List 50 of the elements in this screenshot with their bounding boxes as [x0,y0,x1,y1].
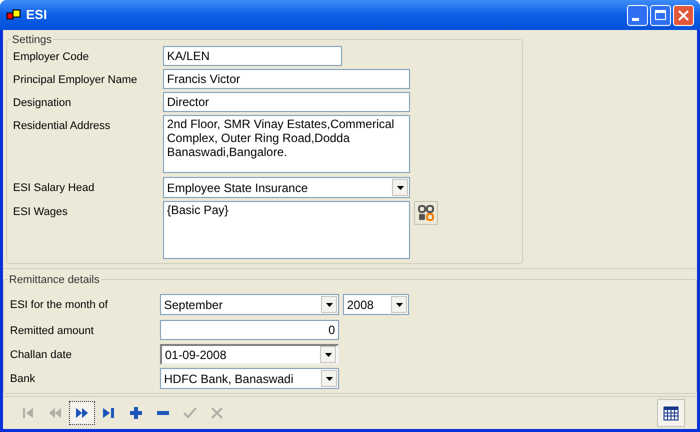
field-label: Residential Address [13,119,112,134]
dropdown-arrow-icon [324,352,332,356]
minimize-button[interactable] [627,4,648,26]
text-field[interactable]: KA/LEN [163,46,342,66]
date-picker[interactable]: 01-09-2008 [160,344,339,365]
text-area[interactable]: {Basic Pay} [163,201,410,259]
last-record-icon [102,406,116,420]
dropdown[interactable]: Employee State Insurance [163,177,410,198]
dropdown-arrow-icon [396,302,402,306]
rewind-icon [48,406,62,420]
field-label: ESI Wages [13,205,69,220]
window-title: ESI [26,6,48,24]
field-label: Employer Code [13,50,90,65]
app-icon [6,8,22,22]
field-label: ESI for the month of [10,298,109,313]
fast-forward-icon [75,406,89,420]
dropdown[interactable]: 2008 [343,294,409,315]
dropdown-value: Employee State Insurance [166,180,309,196]
dropdown-arrow-icon [396,186,404,190]
text-area[interactable]: 2nd Floor, SMR Vinay Estates,Commerical Complex, Outer Ring Road,Dodda Banaswadi,Bangalore. [163,115,410,173]
dropdown-value: HDFC Bank, Banaswadi [163,370,294,388]
field-label: Challan date [10,348,73,363]
dropdown[interactable]: HDFC Bank, Banaswadi [160,368,339,389]
dropdown-value: 2008 [346,296,375,314]
text-field[interactable]: Francis Victor [163,69,410,89]
first-record-icon [21,406,35,420]
field-label: Bank [10,372,36,387]
dropdown-value: September [163,296,224,314]
dropdown[interactable]: September [160,294,339,315]
field-label: Principal Employer Name [13,73,138,88]
close-icon [678,10,689,20]
plus-icon [129,406,143,420]
close-button[interactable] [673,4,694,26]
formula-builder-button[interactable] [414,201,438,225]
maximize-button[interactable] [650,4,671,26]
dropdown-arrow-icon [326,376,332,380]
dropdown-arrow-icon [326,302,332,306]
text-field[interactable]: 0 [160,320,339,340]
calendar-button[interactable] [657,399,685,427]
grid-icon [418,205,434,221]
next-button[interactable] [69,401,95,425]
field-label: ESI Salary Head [13,181,96,196]
calendar-icon [663,405,679,421]
field-label: Remitted amount [10,324,95,339]
check-icon [183,406,197,420]
dropdown-value: 01-09-2008 [164,346,228,364]
close-icon [210,406,224,420]
text-field[interactable]: Director [163,92,410,112]
group-title: Settings [11,32,53,48]
field-label: Designation [13,96,72,111]
